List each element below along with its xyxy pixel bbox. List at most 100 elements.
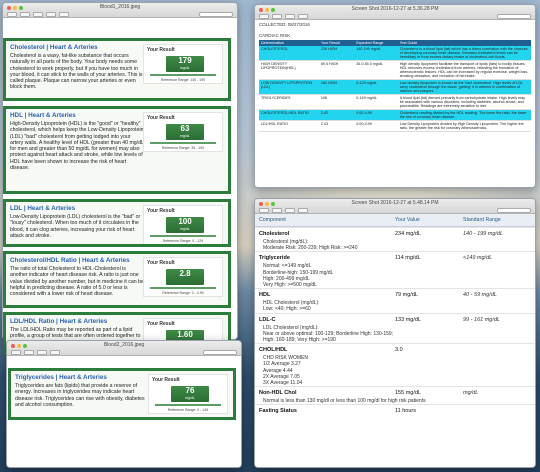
zoom-icon[interactable] [23,344,27,348]
traffic-lights [259,8,275,12]
range-bar [155,404,221,406]
window-titlebar[interactable]: Blood1_2016.jpeg [3,3,237,18]
zoom-icon[interactable] [271,8,275,12]
search-input[interactable] [199,12,233,17]
zoom-out-button[interactable] [272,14,282,19]
lab-determination: CHOLESTEROL/HDL RATIO [259,109,319,121]
component-cell: Cholesterol [255,231,395,237]
component-cell: CHOL/HDL [255,347,395,353]
close-icon[interactable] [11,344,15,348]
window-titlebar[interactable]: Screen Shot 2016-12-27 at 5.48.14 PM [255,199,535,214]
component-name: HDL [259,292,271,299]
share-button[interactable] [46,12,56,17]
component-cell: HDL [255,292,395,298]
lab-test-guide: Low Density Lipoprotein divided by High … [397,120,531,132]
zoom-in-button[interactable] [33,12,43,17]
markup-button[interactable] [59,12,69,17]
search-input[interactable] [203,350,237,355]
component-cell: Triglyceride [255,255,395,261]
close-icon[interactable] [259,202,263,206]
zoom-icon[interactable] [271,202,275,206]
result-value-badge: 100 mg/dL [166,217,204,233]
minimize-icon[interactable] [265,8,269,12]
lab-result: 2.43 [318,120,355,132]
result-label: Your Result [147,47,175,53]
result-row-main: LDL-C 133 mg/dL 99 - 161 mg/dL [255,314,535,325]
zoom-out-button[interactable] [272,208,282,213]
zoom-in-button[interactable] [285,208,295,213]
lab-test-guide: Cholesterol is a blood lipid (fat) which… [397,46,531,61]
window-title: Blood2_2016.jpeg [103,342,145,348]
lab-result: 239 HIGH [318,46,355,61]
lab-expected-range: 0-149 mg/dL [354,94,398,110]
zoom-out-button[interactable] [20,12,30,17]
reference-range: Reference Range: 140 - 199 [160,78,206,82]
component-range: 140 - 199 mg/dL [463,231,504,237]
toolbar [255,13,535,20]
zoom-in-button[interactable] [285,14,295,19]
lab-test-guide: A blood lipid (fat) derived primarily fr… [397,94,531,110]
window-title: Screen Shot 2016-12-27 at 5.36.28 PM [351,6,439,12]
toolbar [3,11,237,18]
close-icon[interactable] [259,8,263,12]
result-value-badge: 2.8 [166,269,204,285]
result-row: LDL-C 133 mg/dL 99 - 161 mg/dL LDL Choleste… [255,312,535,344]
lab-report-window: Screen Shot 2016-12-27 at 5.36.28 PM COL… [254,4,536,188]
component-value: 155 mg/dL [395,390,421,397]
result-row: Fasting Status 11 hours [255,404,535,416]
result-row: Non-HDL Chol 155 mg/dL mg/dL Normal is less… [255,386,535,404]
result-row: CHOL/HDL 3.0 CHD RISK WOMEN 1/2 Average 3.2… [255,343,535,386]
component-range: 99 - 161 mg/dL [463,316,500,323]
result-card-cholesterol: Cholesterol | Heart & Arteries Cholester… [3,38,231,101]
sidebar-toggle-button[interactable] [259,14,269,19]
search-input[interactable] [497,14,531,19]
component-range: mg/dL [463,390,479,397]
zoom-in-button[interactable] [37,350,47,355]
component-name: Non-HDL Chol [259,390,297,397]
result-unit: mg/dL [185,396,195,400]
component-name: Triglyceride [259,255,290,262]
result-box: Your Result 63 mg/dL Reference Range: 35 … [143,112,223,152]
result-unit: mg/dL [180,227,190,231]
lab-determination: LOW DENSITY LIPOPROTEIN (LDL) [259,79,319,95]
reference-range: Reference Range: 0 - 4.99 [162,291,204,295]
result-card-triglycerides: Triglycerides | Heart & Arteries Triglyc… [8,368,236,420]
share-button[interactable] [298,14,308,19]
result-unit: mg/dL [180,66,190,70]
minimize-icon[interactable] [265,202,269,206]
zoom-out-button[interactable] [24,350,34,355]
lab-test-guide: Cholesterol reading divided by the HDL r… [397,109,531,121]
result-row-main: CHOL/HDL 3.0 [255,344,535,355]
result-box: Your Result 76 mg/dL Reference Range: 0 -… [148,374,228,414]
component-cell: Non-HDL Chol [255,390,395,396]
component-value: 234 mg/dL [395,231,421,237]
component-cell: LDL-C [255,317,395,323]
zoom-icon[interactable] [19,6,23,10]
range-bar [150,235,216,237]
lab-expected-range: 35.0-55.0 mg/dL [354,60,398,80]
search-input[interactable] [497,208,531,213]
window-titlebar[interactable]: Blood2_2016.jpeg [7,341,241,356]
card-body: Triglycerides are fats (lipids) that pro… [15,383,145,408]
share-button[interactable] [50,350,60,355]
component-value: 79 mg/dL [395,292,418,299]
result-value: 63 [180,124,190,133]
component-name: Cholesterol [259,231,290,237]
reference-range: Reference Range: 0 - 149 [167,408,209,412]
minimize-icon[interactable] [13,6,17,10]
lab-determination: LDL/HDL RATIO [259,120,319,132]
result-row-main: Non-HDL Chol 155 mg/dL mg/dL [255,387,535,398]
results-header: Component Your Value Standard Range [255,214,535,227]
card-body: Low-Density Lipoprotein (LDL) cholestero… [10,214,141,239]
close-icon[interactable] [7,6,11,10]
sidebar-toggle-button[interactable] [7,12,17,17]
sidebar-toggle-button[interactable] [259,208,269,213]
result-label: Your Result [152,377,180,383]
lab-test-guide: Low density lipoprotein is known as the … [397,79,531,95]
share-button[interactable] [298,208,308,213]
window-titlebar[interactable]: Screen Shot 2016-12-27 at 5.36.28 PM [255,5,535,20]
minimize-icon[interactable] [17,344,21,348]
sidebar-toggle-button[interactable] [11,350,21,355]
result-row-main: HDL 79 mg/dL 40 - 59 mg/dL [255,289,535,300]
result-card-chol-hdl-ratio: Cholesterol/HDL Ratio | Heart & Arteries… [3,251,231,308]
